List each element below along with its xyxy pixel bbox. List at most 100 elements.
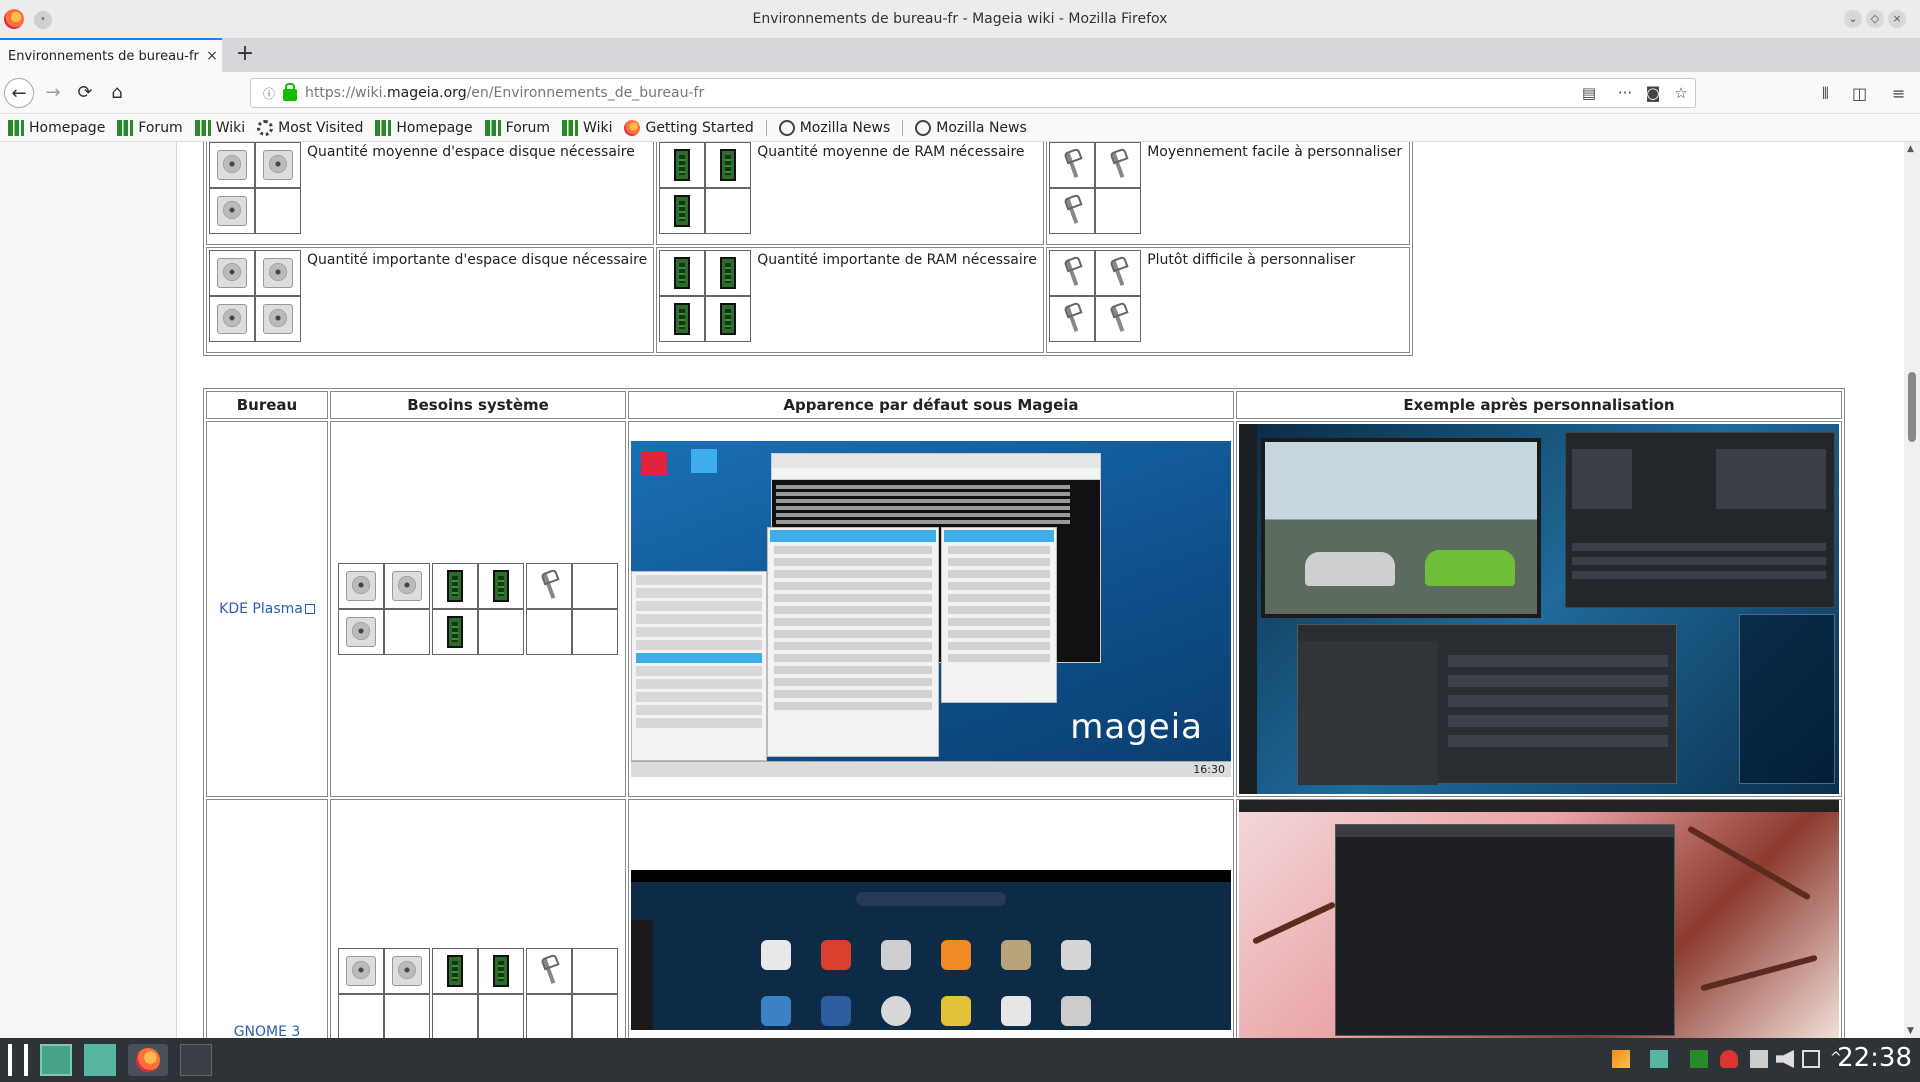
sidebar-icon[interactable]: ◫ xyxy=(1852,84,1867,103)
bookmark-getting-started[interactable]: Getting Started xyxy=(624,119,754,136)
clock[interactable]: 22:38 xyxy=(1837,1043,1912,1073)
tray-app-icon[interactable] xyxy=(1612,1050,1630,1068)
display-icon[interactable] xyxy=(1802,1050,1820,1068)
firefox-task-icon[interactable] xyxy=(128,1044,168,1076)
bookmark-mozilla-news[interactable]: Mozilla News xyxy=(778,119,890,136)
search-icon xyxy=(856,892,1006,906)
ram-icons-grid xyxy=(659,250,752,350)
tab-active[interactable]: Environnements de bureau-fr × xyxy=(0,38,222,72)
gnome-dock xyxy=(631,920,653,1030)
legend-custom-hard: Plutôt difficile à personnaliser xyxy=(1046,247,1411,353)
bookmark-homepage-2[interactable]: Homepage xyxy=(375,119,473,136)
header-exemple: Exemple après personnalisation xyxy=(1236,391,1842,419)
scrollbar-thumb[interactable] xyxy=(1908,372,1916,442)
header-bureau: Bureau xyxy=(206,391,328,419)
desktop-pager-icon[interactable] xyxy=(40,1044,72,1076)
gnome-cell: GNOME 3 xyxy=(206,799,328,1038)
camera-icon xyxy=(1061,996,1091,1026)
ram-stick-icon xyxy=(674,195,691,227)
legend-table: Quantité moyenne d'espace disque nécessa… xyxy=(203,142,1414,356)
forward-button[interactable]: → xyxy=(38,78,68,108)
globe-icon xyxy=(915,119,932,136)
gear-icon xyxy=(257,119,274,136)
minimize-icon[interactable]: ⌄ xyxy=(1844,10,1862,28)
mageia-logo: mageia xyxy=(1070,707,1203,747)
tool-icons-grid xyxy=(1049,142,1142,242)
url-text[interactable]: https://wiki.mageia.org/en/Environnement… xyxy=(305,85,1575,101)
header-apparence: Apparence par défaut sous Mageia xyxy=(628,391,1234,419)
tray-update-icon[interactable] xyxy=(1720,1050,1738,1068)
pocket-icon[interactable]: ◙ xyxy=(1639,84,1667,102)
tray-files-icon[interactable] xyxy=(1650,1050,1668,1068)
disk-usage-icon xyxy=(1001,940,1031,970)
url-prefix: https://wiki. xyxy=(305,85,387,101)
video-player-window xyxy=(1261,438,1541,618)
reload-button[interactable]: ⟳ xyxy=(70,78,100,108)
hamburger-menu-icon[interactable]: ≡ xyxy=(1892,84,1905,103)
ram-stick-icon xyxy=(674,149,691,181)
mageia-icon xyxy=(375,119,392,136)
ram-stick-icon xyxy=(674,303,691,335)
lock-icon[interactable] xyxy=(283,83,297,101)
bookmark-label: Getting Started xyxy=(645,119,754,136)
bookmark-forum-2[interactable]: Forum xyxy=(484,119,551,136)
volume-icon[interactable] xyxy=(1776,1050,1794,1068)
kde-custom-screenshot-cell xyxy=(1236,421,1842,797)
hard-disk-icon xyxy=(217,196,247,226)
tab-close-icon[interactable]: × xyxy=(202,48,222,64)
window-title: Environnements de bureau-fr - Mageia wik… xyxy=(752,11,1168,27)
maximize-icon[interactable]: ◇ xyxy=(1866,10,1884,28)
page-scrollbar[interactable]: ▲ ▼ xyxy=(1904,142,1920,1038)
ram-stick-icon xyxy=(674,257,691,289)
bookmark-label: Forum xyxy=(505,119,551,136)
wrench-tool-icon xyxy=(1103,258,1133,288)
window-menu-icon[interactable]: • xyxy=(34,11,52,29)
mageia-icon xyxy=(117,119,134,136)
hard-disk-icon xyxy=(263,150,293,180)
ram-stick-icon xyxy=(720,149,737,181)
app-launcher-icon[interactable] xyxy=(8,1044,28,1076)
kde-default-screenshot[interactable]: mageia 16:30 xyxy=(631,441,1231,777)
hard-disk-icon xyxy=(346,956,376,986)
legend-text: Quantité importante de RAM nécessaire xyxy=(757,252,1037,268)
scroll-down-icon[interactable]: ▼ xyxy=(1907,1026,1914,1036)
terminal-task-icon[interactable] xyxy=(180,1044,212,1076)
legend-text: Moyennement facile à personnaliser xyxy=(1147,144,1403,160)
bookmark-forum[interactable]: Forum xyxy=(117,119,183,136)
bookmark-most-visited[interactable]: Most Visited xyxy=(257,119,363,136)
help-icon xyxy=(821,940,851,970)
kde-plasma-link[interactable]: KDE Plasma xyxy=(219,601,303,617)
bookmark-wiki-2[interactable]: Wiki xyxy=(562,119,612,136)
url-bar[interactable]: ⓘ https://wiki.mageia.org/en/Environneme… xyxy=(250,78,1696,108)
home-button[interactable]: ⌂ xyxy=(102,78,132,108)
close-window-icon[interactable]: × xyxy=(1888,10,1906,28)
kde-requirements-cell xyxy=(330,421,626,797)
ram-stick-icon xyxy=(720,303,737,335)
bookmark-label: Mozilla News xyxy=(936,119,1027,136)
firefox-icon[interactable] xyxy=(4,9,24,29)
url-path: /en/Environnements_de_bureau-fr xyxy=(466,85,705,101)
network-icon[interactable] xyxy=(1750,1050,1768,1068)
bookmark-homepage[interactable]: Homepage xyxy=(8,119,105,136)
site-info-icon[interactable]: ⓘ xyxy=(259,85,279,102)
file-manager-icon[interactable] xyxy=(84,1044,116,1076)
gnome-custom-screenshot[interactable] xyxy=(1239,800,1839,1038)
library-icon[interactable]: ⫴ xyxy=(1822,84,1829,104)
kde-custom-screenshot[interactable] xyxy=(1239,424,1839,794)
reader-view-icon[interactable]: ▤ xyxy=(1575,84,1603,102)
new-tab-button[interactable]: + xyxy=(230,40,260,70)
bookmark-mozilla-news-2[interactable]: Mozilla News xyxy=(915,119,1027,136)
tray-mageia-icon[interactable] xyxy=(1690,1050,1708,1068)
back-button[interactable]: ← xyxy=(4,78,34,108)
gnome-default-screenshot[interactable] xyxy=(631,870,1231,1030)
kde-panel: 16:30 xyxy=(631,761,1231,777)
gnome-link[interactable]: GNOME 3 xyxy=(234,1024,301,1038)
wrench-tool-icon xyxy=(1103,304,1133,334)
scroll-up-icon[interactable]: ▲ xyxy=(1907,144,1914,154)
ram-stick-icon xyxy=(493,955,509,987)
bookmark-star-icon[interactable]: ☆ xyxy=(1667,84,1695,102)
wrench-tool-icon xyxy=(1103,150,1133,180)
bookmark-wiki[interactable]: Wiki xyxy=(194,119,245,136)
url-domain: mageia.org xyxy=(386,85,467,101)
page-actions-icon[interactable]: ··· xyxy=(1611,84,1639,102)
